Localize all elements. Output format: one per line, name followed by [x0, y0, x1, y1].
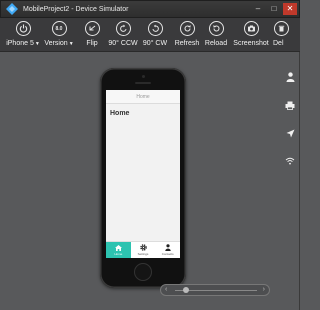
rotate-ccw-button[interactable]: 90° CCW	[108, 18, 138, 52]
refresh-label: Refresh	[174, 40, 200, 47]
screenshot-button[interactable]: Screenshot	[233, 18, 269, 52]
device-label: iPhone 5	[6, 40, 34, 47]
printer-icon[interactable]	[283, 98, 297, 112]
screenshot-label: Screenshot	[233, 40, 269, 47]
front-camera	[142, 75, 145, 78]
flip-icon	[84, 21, 100, 36]
version-icon: 8.0	[51, 21, 67, 36]
rotate-cw-button[interactable]: 90° CW	[143, 18, 167, 52]
rotate-ccw-label: 90° CCW	[108, 40, 138, 47]
rotate-cw-icon	[147, 21, 163, 36]
version-label: Version	[44, 40, 68, 47]
version-icon-text: 8.0	[55, 25, 63, 32]
right-sidebar	[280, 70, 300, 310]
home-button[interactable]	[134, 263, 152, 281]
refresh-icon	[179, 21, 195, 36]
flip-label: Flip	[86, 40, 98, 47]
page-heading: Home	[110, 110, 130, 117]
power-icon	[15, 21, 31, 36]
flip-button[interactable]: Flip	[83, 18, 101, 52]
delete-label: Del	[273, 40, 284, 47]
minimize-button[interactable]: –	[251, 3, 265, 15]
phone-speaker	[135, 82, 151, 84]
tab-bar: Home Settings Contacts	[106, 241, 180, 258]
title-bar: MobileProject2 - Device Simulator – □ ✕	[0, 0, 300, 18]
maximize-button[interactable]: □	[267, 3, 281, 15]
gear-icon	[139, 244, 147, 251]
home-icon	[114, 244, 122, 251]
person-icon	[164, 244, 171, 251]
tab-label: Home	[114, 251, 123, 256]
tab-contacts[interactable]: Contacts	[155, 242, 180, 258]
wifi-icon[interactable]	[283, 154, 297, 168]
window-controls: – □ ✕	[251, 3, 297, 15]
nav-bar-title: Home	[106, 90, 180, 104]
device-select[interactable]: iPhone 5▼	[6, 18, 40, 52]
app-icon	[6, 3, 18, 15]
reload-button[interactable]: Reload	[205, 18, 227, 52]
delete-button[interactable]: Del	[273, 18, 289, 52]
chevron-down-icon: ▼	[68, 41, 74, 47]
toolbar: iPhone 5▼ 8.0 Version▼ Flip 90° CCW 90° …	[0, 18, 300, 52]
zoom-thumb[interactable]	[183, 287, 189, 293]
delete-icon	[274, 21, 289, 36]
chevron-down-icon: ▼	[34, 41, 40, 47]
phone-screen: Home Home Home Settings Contacts	[106, 90, 180, 258]
zoom-left-arrow-icon[interactable]: ‹	[165, 285, 167, 295]
close-button[interactable]: ✕	[283, 3, 297, 15]
refresh-button[interactable]: Refresh	[175, 18, 199, 52]
zoom-right-arrow-icon[interactable]: ›	[263, 285, 265, 295]
version-select[interactable]: 8.0 Version▼	[44, 18, 74, 52]
phone-frame: Home Home Home Settings Contacts	[100, 68, 186, 288]
window-title: MobileProject2 - Device Simulator	[23, 5, 129, 13]
person-icon[interactable]	[283, 70, 297, 84]
reload-icon	[208, 21, 224, 36]
tab-label: Contacts	[161, 252, 174, 256]
location-arrow-icon[interactable]	[283, 126, 297, 140]
tab-home[interactable]: Home	[106, 242, 131, 258]
tab-label: Settings	[137, 252, 149, 256]
camera-icon	[243, 21, 259, 36]
reload-label: Reload	[204, 40, 228, 47]
rotate-cw-label: 90° CW	[142, 40, 168, 47]
tab-settings[interactable]: Settings	[131, 242, 156, 258]
zoom-slider[interactable]: ‹ ›	[160, 284, 270, 296]
rotate-ccw-icon	[115, 21, 131, 36]
